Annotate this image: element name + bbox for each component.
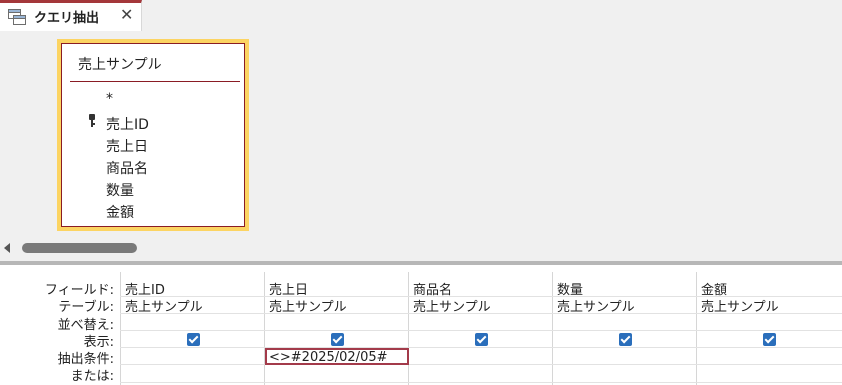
query-design-grid: フィールド: テーブル: 並べ替え: 表示: 抽出条件: または: 売上ID 売… bbox=[0, 265, 842, 385]
grid-columns: 売上ID 売上サンプル 売上日 売上サンプル <>#2025/02/05# 商品… bbox=[120, 265, 842, 385]
field-amount[interactable]: 金額 bbox=[106, 202, 134, 222]
scroll-left-icon[interactable] bbox=[4, 243, 10, 253]
grid-table-cell[interactable]: 売上サンプル bbox=[125, 296, 203, 315]
close-icon[interactable]: ✕ bbox=[120, 5, 133, 24]
criteria-value: <>#2025/02/05# bbox=[269, 350, 388, 365]
horizontal-scrollbar[interactable] bbox=[0, 237, 842, 259]
primary-key-icon bbox=[89, 114, 95, 127]
document-tab-bar: クエリ抽出 ✕ bbox=[0, 0, 842, 31]
field-quantity[interactable]: 数量 bbox=[106, 180, 134, 200]
grid-table-cell[interactable]: 売上サンプル bbox=[701, 296, 779, 315]
field-all[interactable]: * bbox=[106, 91, 113, 107]
tab-title: クエリ抽出 bbox=[34, 11, 100, 26]
field-sales-date[interactable]: 売上日 bbox=[106, 136, 148, 156]
show-checkbox[interactable] bbox=[763, 333, 776, 346]
grid-table-cell[interactable]: 売上サンプル bbox=[413, 296, 491, 315]
row-labels: フィールド: テーブル: 並べ替え: 表示: 抽出条件: または: bbox=[0, 265, 120, 385]
tab-query[interactable]: クエリ抽出 ✕ bbox=[0, 0, 142, 31]
table-field-list[interactable]: 売上サンプル * 売上ID 売上日 商品名 数量 金額 bbox=[58, 40, 248, 230]
show-checkbox[interactable] bbox=[187, 333, 200, 346]
grid-table-cell[interactable]: 売上サンプル bbox=[557, 296, 635, 315]
query-icon bbox=[8, 9, 26, 25]
field-product-name[interactable]: 商品名 bbox=[106, 158, 148, 178]
table-title: 売上サンプル bbox=[78, 57, 162, 73]
scroll-thumb[interactable] bbox=[22, 243, 137, 253]
divider bbox=[70, 81, 240, 82]
criteria-input[interactable]: <>#2025/02/05# bbox=[265, 348, 409, 365]
show-checkbox[interactable] bbox=[619, 333, 632, 346]
row-label-or: または: bbox=[70, 369, 114, 384]
grid-table-cell[interactable]: 売上サンプル bbox=[269, 296, 347, 315]
query-design-area: 売上サンプル * 売上ID 売上日 商品名 数量 金額 bbox=[0, 31, 842, 237]
show-checkbox[interactable] bbox=[475, 333, 488, 346]
field-sales-id[interactable]: 売上ID bbox=[106, 114, 149, 134]
show-checkbox[interactable] bbox=[331, 333, 344, 346]
row-label-table: テーブル: bbox=[58, 300, 114, 315]
